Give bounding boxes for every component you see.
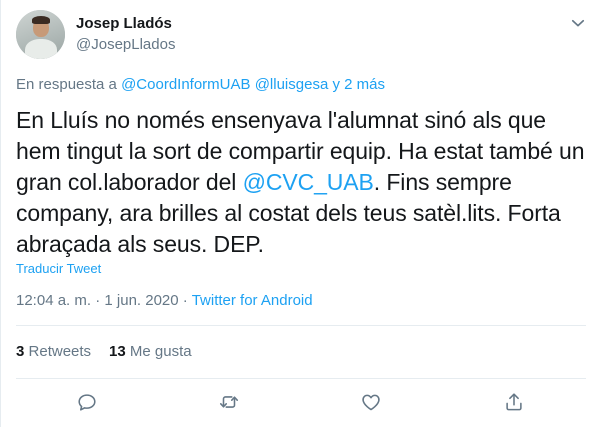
divider <box>16 378 586 379</box>
retweets-stat[interactable]: 3 Retweets <box>16 343 91 360</box>
retweet-icon[interactable] <box>218 391 240 413</box>
tweet-meta: 12:04 a. m. · 1 jun. 2020 · Twitter for … <box>16 292 313 309</box>
retweets-label: Retweets <box>28 343 92 360</box>
tweet-source[interactable]: Twitter for Android <box>192 292 313 309</box>
tweet-time[interactable]: 12:04 a. m. <box>16 292 91 309</box>
chevron-down-icon[interactable] <box>569 14 587 32</box>
author-name[interactable]: Josep Lladós <box>76 15 172 32</box>
heart-icon[interactable] <box>360 391 382 413</box>
tweet-date[interactable]: 1 jun. 2020 <box>104 292 178 309</box>
tweet-mention-cvc-uab[interactable]: @CVC_UAB <box>243 169 374 195</box>
author-handle[interactable]: @JosepLlados <box>76 36 175 53</box>
likes-stat[interactable]: 13 Me gusta <box>109 343 192 360</box>
tweet-card: Josep Lladós @JosepLlados En respuesta a… <box>0 0 600 427</box>
retweets-count: 3 <box>16 343 25 360</box>
meta-separator: · <box>95 292 101 309</box>
divider <box>16 325 586 326</box>
likes-count: 13 <box>109 343 126 360</box>
avatar[interactable] <box>16 10 65 59</box>
reply-mention-coordinformuab[interactable]: @CoordInformUAB <box>121 76 250 93</box>
reply-icon[interactable] <box>76 391 98 413</box>
tweet-text: En Lluís no només ensenyava l'alumnat si… <box>16 105 586 260</box>
reply-context: En respuesta a @CoordInformUAB @lluisges… <box>16 76 385 93</box>
translate-tweet-link[interactable]: Traducir Tweet <box>16 261 101 276</box>
reply-prefix: En respuesta a <box>16 76 117 93</box>
meta-separator: · <box>182 292 188 309</box>
reply-mention-lluisgesa[interactable]: @lluisgesa <box>255 76 329 93</box>
reply-more-link[interactable]: y 2 más <box>332 76 385 93</box>
likes-label: Me gusta <box>129 343 192 360</box>
tweet-stats: 3 Retweets 13 Me gusta <box>16 343 192 360</box>
share-icon[interactable] <box>503 391 525 413</box>
